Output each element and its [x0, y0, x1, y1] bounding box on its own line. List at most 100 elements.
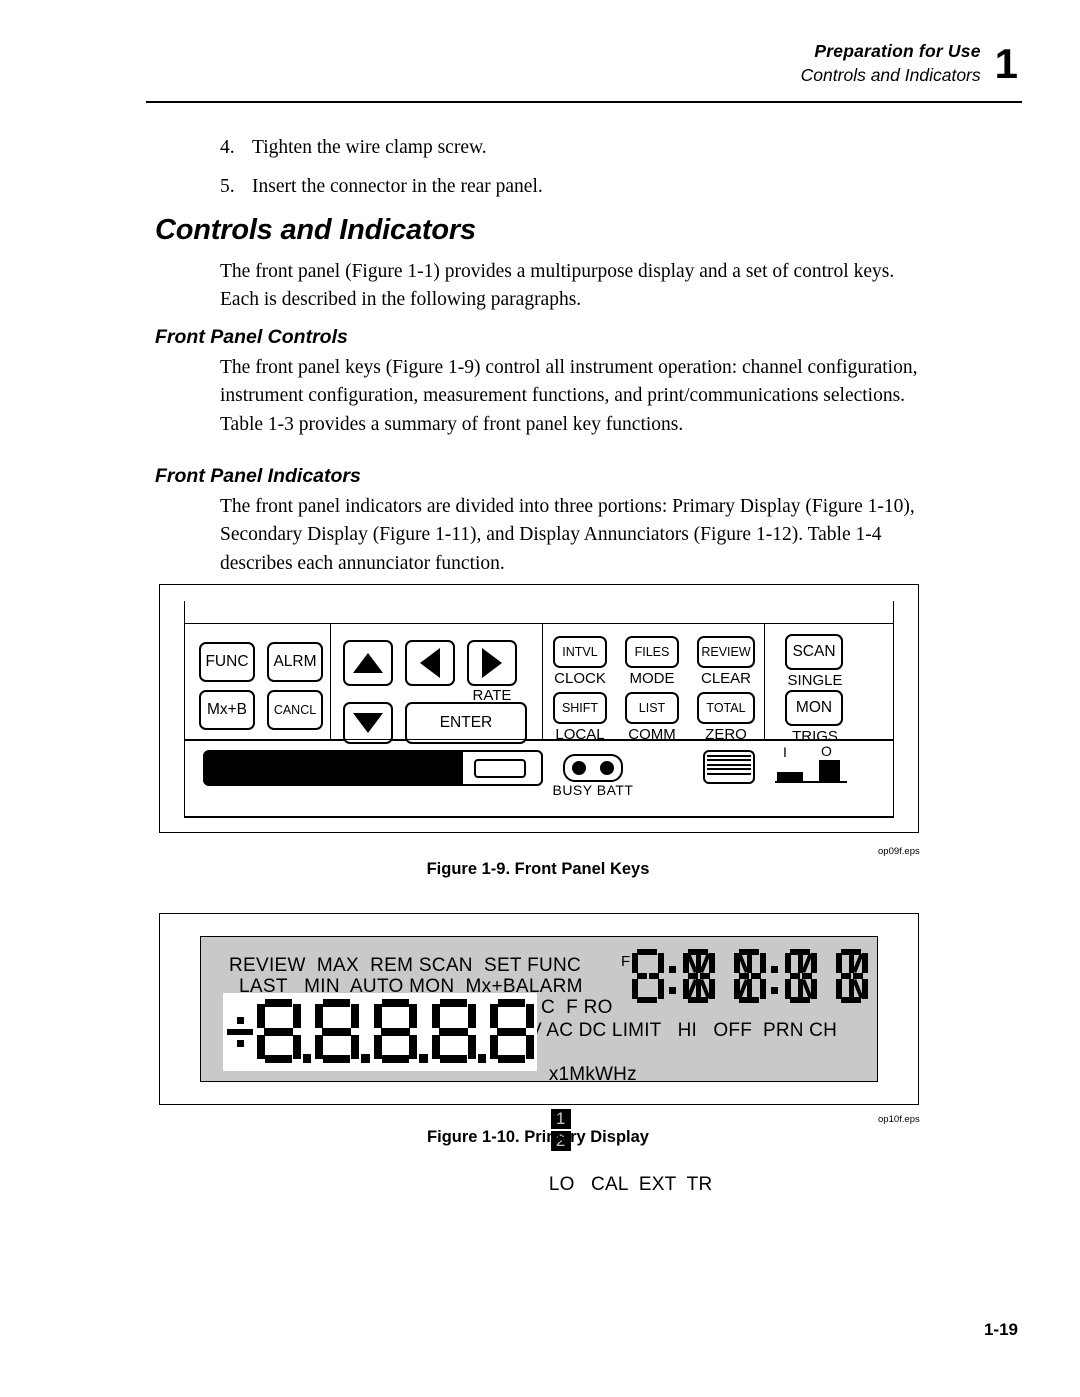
colon-separator — [668, 949, 679, 1005]
step-text: Tighten the wire clamp screw. — [252, 137, 487, 158]
vent-grille-icon — [703, 750, 755, 784]
seven-segment-digit — [373, 999, 419, 1065]
primary-digit-area — [223, 993, 537, 1071]
seven-segment-digit — [489, 999, 535, 1065]
multiplier-units-label: x1MkWHz — [548, 1064, 637, 1085]
key-left-arrow[interactable] — [405, 640, 455, 686]
key-intvl[interactable]: INTVL — [553, 636, 607, 668]
label-clock: CLOCK — [554, 670, 606, 687]
decimal-point — [361, 1054, 370, 1063]
header-subtitle: Controls and Indicators — [800, 64, 981, 85]
page-number: 1-19 — [983, 1320, 1018, 1339]
key-up-arrow[interactable] — [343, 640, 393, 686]
section-intro-paragraph: The front panel (Figure 1-1) provides a … — [220, 261, 895, 311]
key-scan[interactable]: SCAN — [785, 634, 843, 670]
subsection-paragraph-front-panel-indicators: The front panel indicators are divided i… — [220, 496, 915, 574]
eps-tag-fig10: op10f.eps — [878, 1114, 920, 1125]
step-text: Insert the connector in the rear panel. — [252, 176, 543, 198]
step-number: 4. — [220, 137, 235, 158]
handle-notch — [474, 758, 526, 778]
eps-tag-fig9: op09f.eps — [878, 846, 920, 857]
busy-led-icon — [572, 761, 586, 775]
fourteen-segment-digit — [835, 949, 869, 1005]
figure-caption-1-9: Figure 1-9. Front Panel Keys — [426, 860, 650, 878]
decimal-point — [302, 1054, 312, 1063]
fourteen-segment-digit — [784, 949, 818, 1005]
key-group-shifted: INTVL CLOCK FILES MODE REVIEW CLEAR SHIF… — [543, 624, 765, 743]
handle-fill — [205, 752, 463, 784]
key-files[interactable]: FILES — [625, 636, 679, 668]
key-shift[interactable]: SHIFT — [553, 692, 607, 724]
subsection-heading-front-panel-controls: Front Panel Controls — [155, 326, 348, 348]
power-switch[interactable]: I O — [775, 743, 851, 790]
list-item: 4. Tighten the wire clamp screw. — [220, 133, 920, 162]
key-list[interactable]: LIST — [625, 692, 679, 724]
key-group-scan: SCAN SINGLE MON TRIGS — [765, 624, 885, 745]
carry-handle — [203, 750, 543, 786]
left-arrow-icon — [420, 648, 440, 678]
figure-caption-1-10: Figure 1-10. Primary Display — [427, 1128, 649, 1146]
status-led-pair — [563, 754, 623, 782]
right-arrow-icon — [482, 648, 502, 678]
seven-segment-digit — [314, 999, 360, 1065]
power-rocker-low — [777, 772, 803, 781]
secondary-digit-area: F — [621, 949, 872, 1005]
decimal-point — [477, 1054, 487, 1063]
subsection-paragraph-front-panel-controls: The front panel keys (Figure 1-9) contro… — [220, 357, 918, 435]
document-page: Preparation for Use Controls and Indicat… — [0, 0, 1080, 1397]
key-alrm[interactable]: ALRM — [267, 642, 323, 682]
section-heading: Controls and Indicators — [155, 214, 476, 246]
power-off-mark: O — [821, 743, 832, 759]
instrument-front-panel: FUNC ALRM Mx+B CANCL RATE ENTER INTVL CL… — [184, 601, 894, 818]
key-review[interactable]: REVIEW — [697, 636, 755, 668]
list-item: 5. Insert the connector in the rear pane… — [220, 172, 920, 201]
fourteen-segment-digit — [682, 949, 716, 1005]
numbered-step-list: 4. Tighten the wire clamp screw. 5. Inse… — [220, 133, 920, 212]
subsection-heading-front-panel-indicators: Front Panel Indicators — [155, 465, 361, 487]
key-group-function: FUNC ALRM Mx+B CANCL — [185, 624, 331, 740]
label-clear: CLEAR — [700, 670, 752, 687]
limit-1-badge: 1 — [550, 1109, 571, 1129]
header-title: Preparation for Use — [814, 41, 981, 61]
fourteen-segment-digit — [631, 949, 665, 1005]
seven-segment-digit — [256, 999, 302, 1065]
panel-bottom-strip: BUSY BATT I O — [185, 739, 893, 818]
chapter-number: 1 — [994, 40, 1018, 87]
batt-led-icon — [600, 761, 614, 775]
secondary-prefix-f: F — [621, 953, 631, 970]
key-total[interactable]: TOTAL — [697, 692, 755, 724]
annunciator-row-5-suffix: LO CAL EXT TR — [548, 1174, 713, 1195]
key-cancl[interactable]: CANCL — [267, 690, 323, 730]
fourteen-segment-digit — [733, 949, 767, 1005]
up-arrow-icon — [353, 653, 383, 673]
power-on-mark: I — [783, 744, 787, 760]
annunciator-row-1: REVIEW MAX REM SCAN SET FUNC — [229, 955, 582, 976]
figure-primary-display: REVIEW MAX REM SCAN SET FUNC LAST MIN AU… — [159, 913, 919, 1195]
led-label: BUSY BATT — [552, 782, 634, 798]
annunciator-row-3: C F RO — [541, 997, 613, 1018]
power-rocker-high — [819, 760, 840, 782]
key-down-arrow[interactable] — [343, 702, 393, 744]
page-header: Preparation for Use Controls and Indicat… — [801, 40, 1018, 87]
annunciator-row-4: mV AC DC LIMIT HI OFF PRN CH — [513, 1020, 837, 1041]
key-area: FUNC ALRM Mx+B CANCL RATE ENTER INTVL CL… — [185, 623, 893, 745]
header-divider — [146, 101, 1022, 103]
figure-front-panel-keys: FUNC ALRM Mx+B CANCL RATE ENTER INTVL CL… — [159, 584, 919, 833]
plus-minus-sign-icon — [227, 1016, 254, 1048]
key-enter[interactable]: ENTER — [405, 702, 527, 744]
lcd-screen: REVIEW MAX REM SCAN SET FUNC LAST MIN AU… — [200, 936, 878, 1195]
seven-segment-digit — [431, 999, 477, 1065]
label-mode: MODE — [629, 670, 675, 687]
label-single: SINGLE — [787, 672, 843, 689]
down-arrow-icon — [353, 713, 383, 733]
power-switch-base — [775, 781, 847, 784]
key-mxb[interactable]: Mx+B — [199, 690, 255, 730]
key-group-navigation: RATE ENTER — [331, 624, 543, 744]
header-text-block: Preparation for Use Controls and Indicat… — [801, 40, 981, 87]
colon-separator — [770, 949, 781, 1005]
key-right-arrow[interactable] — [467, 640, 517, 686]
step-number: 5. — [220, 176, 235, 198]
key-func[interactable]: FUNC — [199, 642, 255, 682]
key-mon[interactable]: MON — [785, 690, 843, 726]
decimal-point — [419, 1054, 429, 1063]
